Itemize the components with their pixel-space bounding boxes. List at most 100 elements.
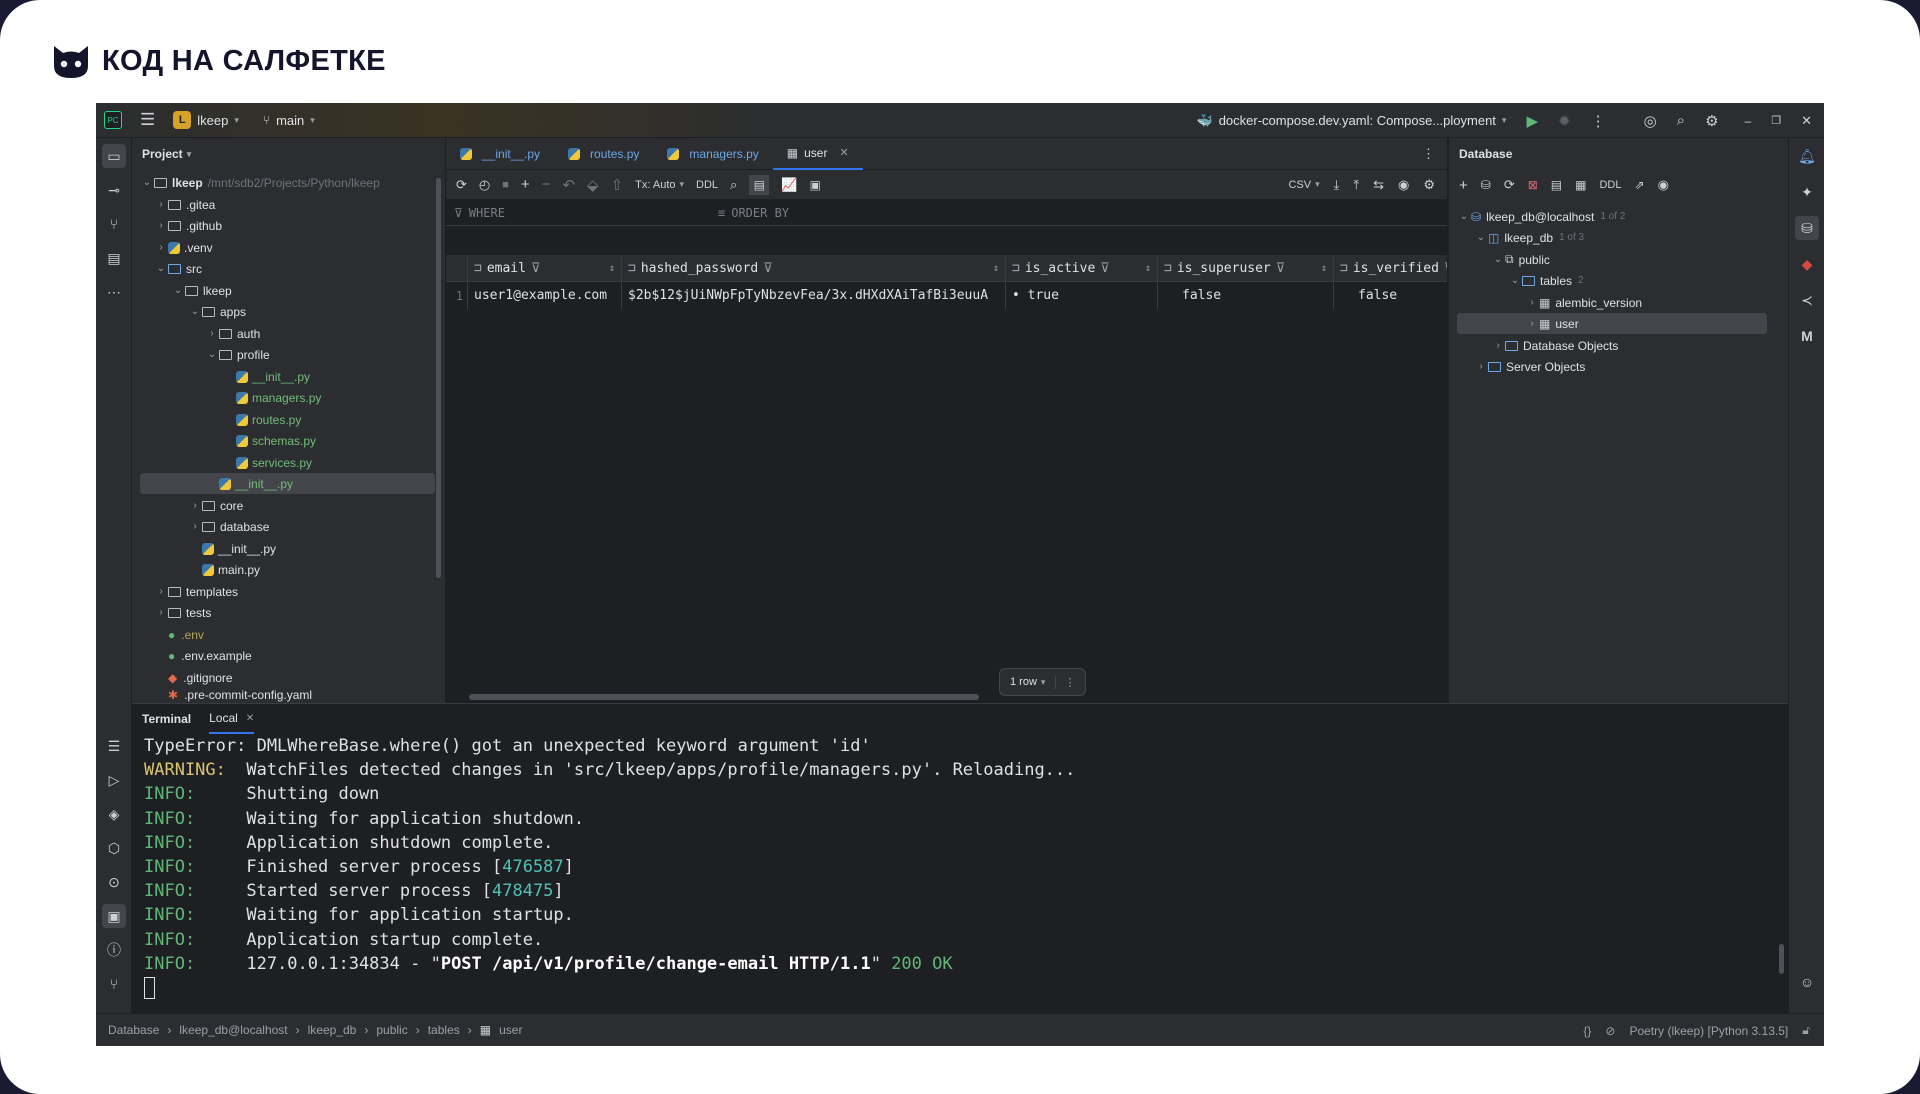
- data-source-icon[interactable]: ⛁: [1481, 178, 1491, 192]
- tree-item[interactable]: ⌄ src: [154, 258, 202, 279]
- tree-item[interactable]: schemas.py: [236, 430, 316, 451]
- filter-icon[interactable]: ⊽: [1276, 261, 1286, 276]
- tree-item[interactable]: __init__.py: [202, 538, 276, 559]
- table-icon[interactable]: ▦: [1575, 178, 1586, 192]
- close-tab-icon[interactable]: ✕: [839, 146, 848, 159]
- add-row-icon[interactable]: +: [521, 176, 530, 193]
- lock-icon[interactable]: 🔓︎: [1802, 1023, 1810, 1038]
- row-count-pill[interactable]: 1 row ▾ ⋮: [999, 668, 1087, 696]
- problems-icon[interactable]: ⓘ: [102, 938, 126, 962]
- redis-icon[interactable]: ◆: [1795, 252, 1819, 276]
- debug-icon[interactable]: ✹: [1558, 112, 1571, 130]
- tree-item[interactable]: ✱ .pre-commit-config.yaml: [168, 688, 312, 703]
- tree-item[interactable]: __init__.py: [236, 366, 310, 387]
- tab-user-table[interactable]: ▦ user ✕: [772, 138, 863, 170]
- ddl-button[interactable]: DDL: [1599, 179, 1621, 191]
- db-database[interactable]: ⌄ ◫ lkeep_db 1 of 3: [1474, 227, 1584, 248]
- breadcrumb-tables[interactable]: tables: [428, 1023, 460, 1037]
- filter-icon[interactable]: ⊽: [1444, 261, 1447, 276]
- delete-row-icon[interactable]: −: [542, 176, 551, 193]
- db-table-user[interactable]: › ▦ user: [1457, 313, 1767, 334]
- markdown-icon[interactable]: M: [1795, 324, 1819, 348]
- table-view-icon[interactable]: ▤: [749, 174, 770, 195]
- project-selector[interactable]: L lkeep ▾: [173, 111, 239, 129]
- project-folder-icon[interactable]: ▭: [102, 144, 126, 168]
- tabs-more-icon[interactable]: ⋮: [1422, 146, 1435, 162]
- breadcrumb-schema[interactable]: public: [376, 1023, 407, 1037]
- tab-local[interactable]: Local ✕: [209, 704, 255, 734]
- export-format-selector[interactable]: CSV ▾: [1288, 179, 1319, 191]
- tree-item[interactable]: › tests: [154, 602, 211, 623]
- submit-icon[interactable]: ⬙: [587, 176, 599, 194]
- column-header-email[interactable]: ⊐ email ⊽ ⇕: [468, 254, 622, 282]
- tree-item[interactable]: › templates: [154, 581, 238, 602]
- refresh-icon[interactable]: ⟳: [456, 177, 467, 193]
- database-icon[interactable]: ⛁: [1795, 216, 1819, 240]
- tree-item[interactable]: ● .env.example: [168, 645, 252, 666]
- db-database-objects[interactable]: › Database Objects: [1491, 335, 1618, 356]
- tree-item[interactable]: › auth: [205, 323, 260, 344]
- pull-requests-icon[interactable]: ⑂: [102, 212, 126, 236]
- sort-arrows-icon[interactable]: ⇕: [1321, 263, 1327, 274]
- where-filter[interactable]: ⊽ WHERE: [454, 206, 704, 220]
- refresh-icon[interactable]: ⟳: [1504, 177, 1515, 193]
- main-menu-icon[interactable]: ☰: [140, 110, 155, 130]
- terminal-output[interactable]: TypeError: DMLWhereBase.where() got an u…: [132, 734, 1788, 1000]
- tab-managers-py[interactable]: managers.py: [653, 138, 772, 170]
- cell-email[interactable]: user1@example.com: [468, 282, 622, 309]
- revert-icon[interactable]: ↶: [562, 176, 575, 194]
- tree-item[interactable]: › database: [188, 516, 269, 537]
- grid-settings-icon[interactable]: ⚙: [1423, 177, 1435, 193]
- breadcrumb-db[interactable]: lkeep_db: [308, 1023, 357, 1037]
- column-header-hashed-password[interactable]: ⊐ hashed_password ⊽ ⇕: [622, 254, 1006, 282]
- tree-item[interactable]: routes.py: [236, 409, 301, 430]
- ai-chat-icon[interactable]: ✦: [1795, 180, 1819, 204]
- column-header-is-active[interactable]: ⊐ is_active ⊽ ⇕: [1006, 254, 1158, 282]
- db-table-alembic-version[interactable]: › ▦ alembic_version: [1525, 292, 1642, 313]
- order-by-filter[interactable]: ≡ ORDER BY: [718, 206, 789, 220]
- project-scrollbar[interactable]: [436, 178, 441, 578]
- filter-icon[interactable]: ⊽: [531, 261, 541, 276]
- tree-root[interactable]: ⌄ lkeep /mnt/sdb2/Projects/Python/lkeep: [140, 172, 380, 193]
- commit-icon[interactable]: ⊸: [102, 178, 126, 202]
- services-play-icon[interactable]: ⊙: [102, 870, 126, 894]
- close-tab-icon[interactable]: ✕: [246, 713, 254, 724]
- horizontal-scrollbar[interactable]: [469, 694, 979, 700]
- tx-mode-selector[interactable]: Tx: Auto ▾: [635, 179, 684, 191]
- run-config-selector[interactable]: 🐳 docker-compose.dev.yaml: Compose...plo…: [1197, 113, 1507, 129]
- view-options-icon[interactable]: ◉: [1658, 177, 1669, 193]
- cell-is-verified[interactable]: false: [1334, 282, 1447, 309]
- project-panel-header[interactable]: Project ▾: [132, 138, 445, 170]
- stop-icon[interactable]: ■: [502, 179, 509, 191]
- branch-selector[interactable]: ⑂ main ▾: [263, 113, 315, 128]
- notifications-icon[interactable]: 🔔︎: [1795, 144, 1819, 168]
- settings-gear-icon[interactable]: ⚙: [1705, 112, 1718, 130]
- tree-item[interactable]: › .github: [154, 215, 222, 236]
- table-row[interactable]: 1 user1@example.com $2b$12$jUiNWpFpTyNbz…: [446, 282, 1447, 309]
- filter-icon[interactable]: ⊽: [1100, 261, 1110, 276]
- python-console-icon[interactable]: ⬡: [102, 836, 126, 860]
- sort-arrows-icon[interactable]: ⇕: [609, 263, 615, 274]
- tree-item[interactable]: ◆ .gitignore: [168, 667, 233, 688]
- services-icon[interactable]: ☰: [102, 734, 126, 758]
- download-icon[interactable]: ⤓: [1334, 177, 1340, 193]
- ddl-button[interactable]: DDL: [696, 179, 718, 191]
- run-panel-icon[interactable]: ▷: [102, 768, 126, 792]
- close-window-icon[interactable]: ✕: [1801, 113, 1812, 129]
- breadcrumb-database[interactable]: Database: [108, 1023, 159, 1037]
- cell-hashed-password[interactable]: $2b$12$jUiNWpFpTyNbzevFea/3x.dHXdXAiTafB…: [622, 282, 1006, 309]
- tree-item[interactable]: › .venv: [154, 237, 212, 258]
- endpoints-icon[interactable]: ≺: [1795, 288, 1819, 312]
- ai-off-icon[interactable]: ⊘: [1605, 1024, 1615, 1038]
- tab-routes-py[interactable]: routes.py: [554, 138, 653, 170]
- cell-is-active[interactable]: • true: [1006, 282, 1158, 309]
- sort-arrows-icon[interactable]: ⇕: [993, 263, 999, 274]
- json-braces-button[interactable]: {}: [1583, 1024, 1591, 1038]
- tree-item[interactable]: ⌄ lkeep: [171, 280, 232, 301]
- sort-arrows-icon[interactable]: ⇕: [1145, 263, 1151, 274]
- disconnect-icon[interactable]: ⊠: [1528, 178, 1538, 192]
- column-header-is-superuser[interactable]: ⊐ is_superuser ⊽ ⇕: [1158, 254, 1334, 282]
- tree-item-selected[interactable]: __init__.py: [140, 473, 435, 494]
- interpreter-label[interactable]: Poetry (lkeep) [Python 3.13.5]: [1629, 1024, 1788, 1038]
- chart-icon[interactable]: 📈: [781, 177, 797, 193]
